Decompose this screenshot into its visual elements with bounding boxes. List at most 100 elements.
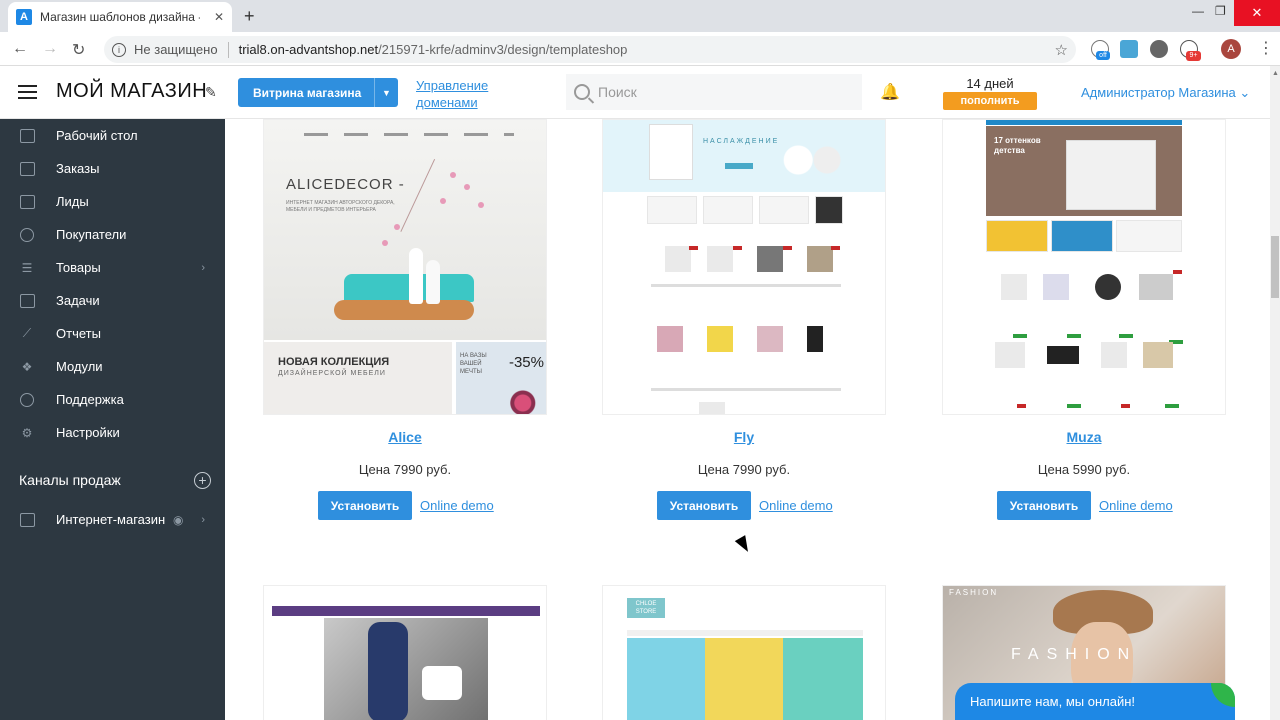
sidebar-item-label: Отчеты [56, 326, 101, 341]
reload-icon[interactable]: ↻ [72, 40, 85, 60]
storefront-button[interactable]: Витрина магазина ▼ [238, 78, 398, 107]
preview-line [651, 388, 841, 391]
sidebar-item-label: Интернет-магазин [56, 512, 166, 527]
preview-badge [1173, 270, 1182, 274]
preview-sale-caption: НА ВАЗЫ ВАШЕЙ МЕЧТЫ [460, 353, 487, 375]
sidebar-item-orders[interactable]: Заказы [0, 152, 225, 185]
domains-link[interactable]: Управление доменами [416, 77, 516, 111]
user-icon [18, 227, 36, 243]
tasks-icon [18, 293, 36, 309]
hamburger-icon[interactable] [18, 85, 37, 99]
browser-tab[interactable]: A Магазин шаблонов дизайна - М ✕ [8, 2, 232, 32]
sidebar-item-customers[interactable]: Покупатели [0, 218, 225, 251]
template-preview-image[interactable]: CHLOE STORE [602, 585, 886, 720]
online-demo-link[interactable]: Online demo [420, 498, 494, 513]
preview-product [757, 246, 783, 272]
preview-tile [986, 220, 1048, 252]
template-preview-image[interactable]: НАСЛАЖДЕНИЕ [602, 119, 886, 415]
sidebar-item-settings[interactable]: ⚙ Настройки [0, 416, 225, 449]
page-scrollbar[interactable] [1270, 66, 1280, 720]
pencil-icon[interactable]: ✎ [205, 84, 217, 101]
chat-widget[interactable]: Напишите нам, мы онлайн! [955, 683, 1235, 720]
preview-product [1143, 342, 1173, 368]
sidebar-item-online-store[interactable]: Интернет-магазин ◉ › [0, 503, 225, 536]
bookmark-star-icon[interactable]: ☆ [1055, 41, 1068, 59]
preview-product [707, 246, 733, 272]
template-card [263, 585, 547, 720]
restore-icon[interactable]: ❐ [1215, 4, 1226, 18]
back-icon[interactable]: ← [12, 40, 28, 58]
vase-decor [409, 248, 423, 304]
search-input[interactable]: Поиск [566, 74, 862, 110]
url-input[interactable]: i Не защищено trial8.on-advantshop.net /… [104, 36, 1076, 63]
extension-badge: 9+ [1186, 51, 1201, 61]
preview-sale: -35% [508, 354, 544, 371]
template-name[interactable]: Muza [942, 429, 1226, 445]
desktop-icon [18, 128, 36, 144]
minimize-icon[interactable]: — [1192, 4, 1204, 18]
sidebar-item-label: Задачи [56, 293, 100, 308]
sidebar-item-products[interactable]: ☰ Товары › [0, 251, 225, 284]
template-name[interactable]: Fly [602, 429, 886, 445]
online-demo-link[interactable]: Online demo [1099, 498, 1173, 513]
preview-badge [1067, 334, 1081, 338]
preview-tile [815, 196, 843, 224]
preview-menu [649, 124, 693, 180]
browser-menu-icon[interactable]: ⋮ [1258, 38, 1274, 58]
sidebar-item-leads[interactable]: Лиды [0, 185, 225, 218]
preview-product [1095, 274, 1121, 300]
template-card: НАСЛАЖДЕНИЕ Fly Цена 7990 руб. Установит… [602, 119, 886, 520]
vase-decor [426, 260, 440, 304]
scroll-up-icon[interactable]: ▲ [1272, 70, 1279, 77]
template-preview-image[interactable] [263, 585, 547, 720]
preview-badge [689, 246, 698, 250]
caret-down-icon[interactable]: ▼ [374, 78, 398, 107]
plus-circle-icon[interactable]: + [194, 471, 211, 489]
extension-icon[interactable] [1120, 40, 1138, 58]
gear-icon: ⚙ [21, 425, 33, 440]
profile-avatar[interactable]: A [1221, 39, 1241, 59]
sidebar-item-modules[interactable]: ❖ Модули [0, 350, 225, 383]
topup-button[interactable]: пополнить [943, 92, 1037, 110]
sidebar-item-label: Товары [56, 260, 101, 275]
template-preview-image[interactable]: ALICEDECOR - ИНТЕРНЕТ МАГАЗИН АВТОРСКОГО… [263, 119, 547, 415]
bell-icon[interactable]: 🔔 [880, 82, 900, 102]
online-demo-link[interactable]: Online demo [759, 498, 833, 513]
sidebar-item-reports[interactable]: ⟋ Отчеты [0, 317, 225, 350]
forward-icon[interactable]: → [42, 40, 58, 58]
sidebar: Рабочий стол Заказы Лиды Покупатели ☰ Тов… [0, 119, 225, 720]
new-tab-icon[interactable]: + [244, 6, 255, 27]
orders-icon [18, 161, 36, 177]
template-name[interactable]: Alice [263, 429, 547, 445]
sidebar-item-support[interactable]: Поддержка [0, 383, 225, 416]
template-preview-image[interactable]: 17 оттенков детства [942, 119, 1226, 415]
preview-badge [1067, 404, 1081, 408]
admin-menu[interactable]: Администратор Магазина ⌄ [1081, 85, 1250, 101]
sidebar-item-tasks[interactable]: Задачи [0, 284, 225, 317]
preview-tile [1116, 220, 1182, 252]
chart-icon: ⟋ [22, 326, 32, 340]
photo-figure [368, 622, 408, 720]
preview-product [1043, 274, 1069, 300]
url-host: trial8.on-advantshop.net [238, 42, 379, 57]
site-favicon-icon: A [16, 9, 32, 25]
info-icon[interactable]: i [112, 42, 126, 57]
admin-label: Администратор Магазина [1081, 85, 1236, 100]
scrollbar-thumb[interactable] [1271, 236, 1279, 298]
blossom [394, 224, 400, 230]
install-button[interactable]: Установить [318, 491, 412, 520]
close-window-icon[interactable]: ✕ [1234, 0, 1280, 26]
eye-icon[interactable]: ◉ [173, 513, 183, 527]
install-button[interactable]: Установить [657, 491, 751, 520]
preview-brand: FASHION [1011, 646, 1138, 663]
preview-product [1139, 274, 1173, 300]
preview-badge [1013, 334, 1027, 338]
extension-icon[interactable] [1150, 40, 1168, 58]
url-path: /215971-krfe/adminv3/design/templateshop [378, 42, 628, 57]
preview-badge [1119, 334, 1133, 338]
preview-collection: НОВАЯ КОЛЛЕКЦИЯ [278, 356, 390, 368]
sidebar-item-dashboard[interactable]: Рабочий стол [0, 119, 225, 152]
install-button[interactable]: Установить [997, 491, 1091, 520]
tab-close-icon[interactable]: ✕ [214, 10, 224, 24]
preview-hero-text: 17 оттенков детства [994, 136, 1041, 155]
